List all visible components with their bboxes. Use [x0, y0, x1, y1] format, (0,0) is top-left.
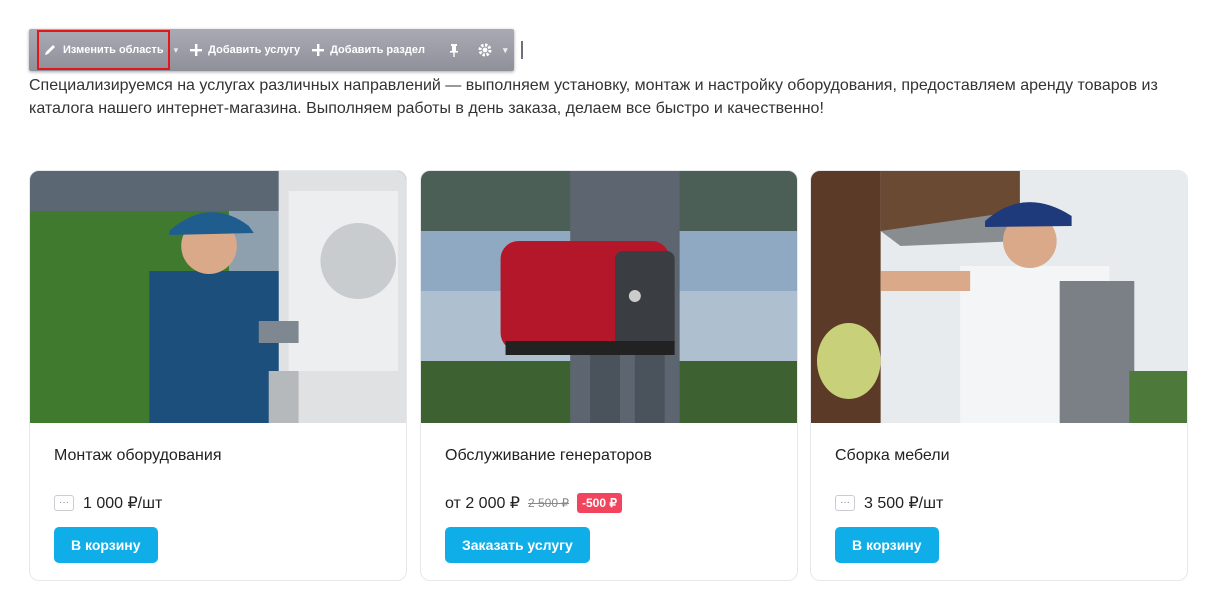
add-to-cart-button[interactable]: В корзину — [54, 527, 158, 563]
pin-button[interactable] — [443, 35, 471, 65]
edit-area-button[interactable]: Изменить область — [37, 30, 170, 70]
add-service-label: Добавить услугу — [208, 44, 301, 56]
pencil-icon — [45, 45, 55, 55]
section-description: Специализируемся на услугах различных на… — [29, 77, 1158, 117]
pin-icon — [449, 44, 458, 57]
service-image-furniture[interactable] — [811, 171, 1187, 423]
price: 1 000 ₽/шт — [83, 495, 163, 512]
more-options-icon[interactable]: ··· — [54, 495, 74, 511]
service-image-installation[interactable] — [30, 171, 406, 423]
more-options-icon[interactable]: ··· — [835, 495, 855, 511]
gear-icon — [478, 43, 492, 57]
old-price: 2 500 ₽ — [527, 496, 569, 510]
card-title[interactable]: Сборка мебели — [835, 447, 950, 465]
service-image-generator[interactable] — [421, 171, 797, 423]
price-row: ··· 1 000 ₽/шт — [54, 493, 162, 513]
discount-badge: -500 ₽ — [576, 493, 622, 513]
price-row: ··· 3 500 ₽/шт — [835, 493, 943, 513]
price: 3 500 ₽/шт — [864, 495, 944, 512]
service-card[interactable]: Монтаж оборудования ··· 1 000 ₽/шт В кор… — [29, 170, 407, 581]
service-card[interactable]: Обслуживание генераторов от 2 000 ₽ 2 50… — [420, 170, 798, 581]
add-section-label: Добавить раздел — [330, 44, 425, 56]
service-card[interactable]: Сборка мебели ··· 3 500 ₽/шт В корзину — [810, 170, 1188, 581]
chevron-down-icon[interactable]: ▾ — [174, 45, 179, 56]
add-service-button[interactable]: Добавить услугу — [184, 35, 306, 65]
admin-toolbar: Изменить область ▾ Добавить услугу Добав… — [29, 29, 524, 71]
order-service-button[interactable]: Заказать услугу — [445, 527, 590, 563]
price: от 2 000 ₽ — [445, 495, 520, 512]
plus-icon — [190, 44, 203, 56]
settings-button[interactable]: ▾ — [471, 35, 514, 65]
edit-area-label: Изменить область — [63, 44, 164, 56]
add-section-button[interactable]: Добавить раздел — [306, 35, 431, 65]
drag-handle-right[interactable] — [521, 41, 524, 59]
price-row: от 2 000 ₽ 2 500 ₽ -500 ₽ — [445, 493, 622, 513]
card-title[interactable]: Обслуживание генераторов — [445, 447, 652, 465]
add-to-cart-button[interactable]: В корзину — [835, 527, 939, 563]
chevron-down-icon: ▾ — [502, 44, 508, 55]
plus-icon — [312, 44, 325, 56]
card-title[interactable]: Монтаж оборудования — [54, 447, 221, 465]
